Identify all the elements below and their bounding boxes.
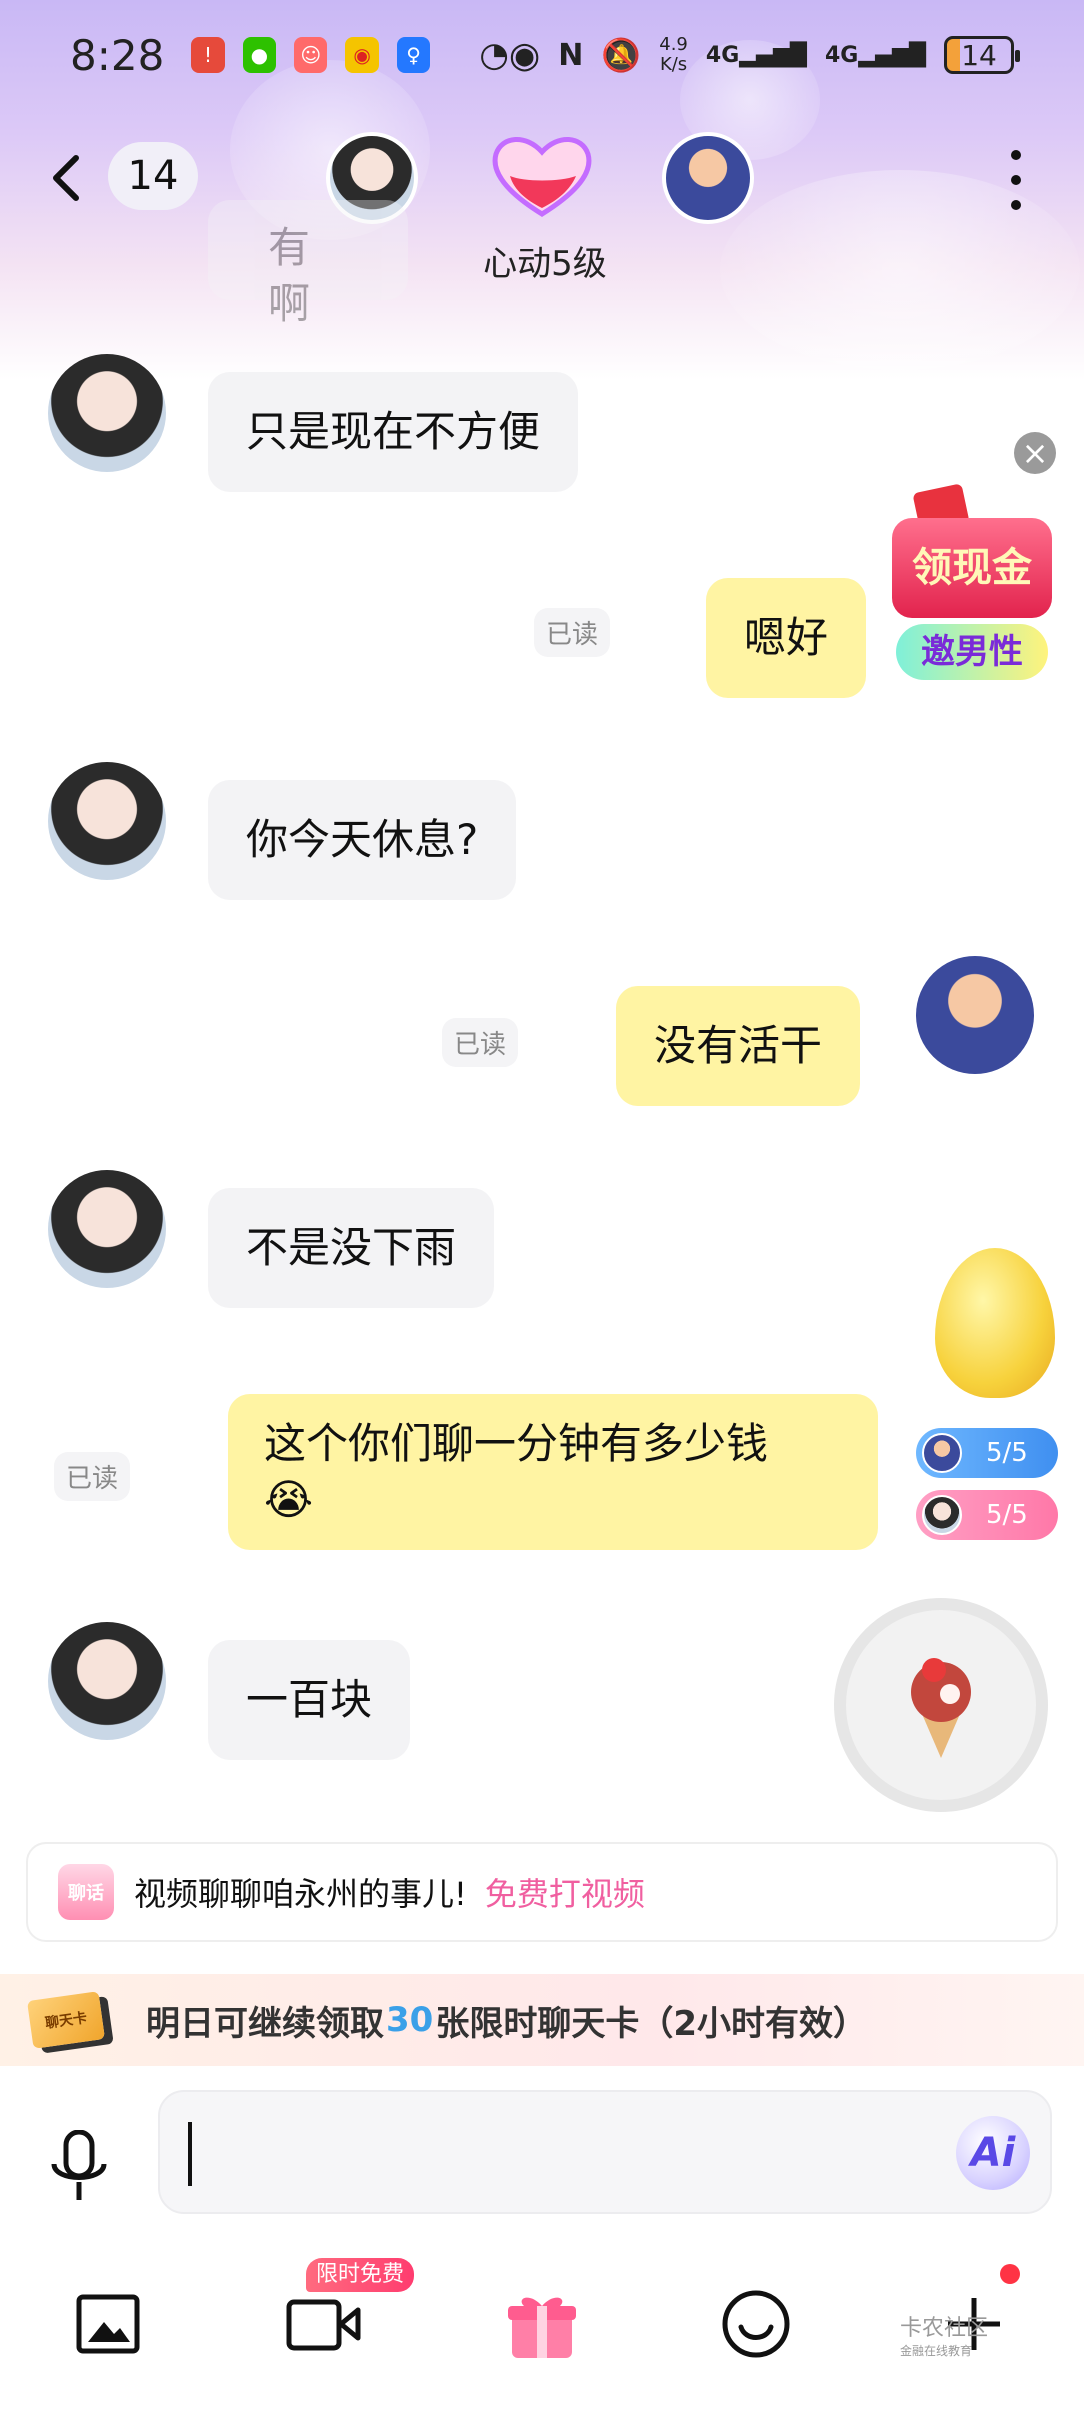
partner-chat-counter[interactable]: 5/5 xyxy=(916,1490,1058,1540)
signal-icon: 4G▂▄▆█ xyxy=(705,42,807,68)
chat-topic-icon: 聊话 xyxy=(58,1864,114,1920)
my-avatar[interactable] xyxy=(916,956,1034,1074)
counter-value: 5/5 xyxy=(986,1500,1028,1530)
message-bubble-outgoing[interactable]: 嗯好 xyxy=(706,578,867,698)
promo-invite-label: 邀男性 xyxy=(896,624,1048,680)
video-button[interactable] xyxy=(284,2284,364,2364)
partner-avatar[interactable] xyxy=(48,354,166,472)
weibo-icon: ◉ xyxy=(345,37,379,73)
message-bubble-incoming[interactable]: 一百块 xyxy=(208,1640,411,1760)
network-speed: 4.9 K/s xyxy=(659,35,688,75)
message-text: 有啊 xyxy=(268,223,311,328)
free-video-call-link[interactable]: 免费打视频 xyxy=(485,1869,645,1915)
text-caret xyxy=(188,2122,192,2186)
chat-card-notice[interactable]: 聊天卡 明日可继续领取 30 张限时聊天卡（2小时有效） xyxy=(0,1974,1084,2066)
gift-icon xyxy=(508,2297,576,2358)
read-receipt: 已读 xyxy=(534,608,611,657)
signal-icon: 4G▂▄▆█ xyxy=(824,42,927,68)
read-receipt: 已读 xyxy=(442,1018,519,1067)
battery-level: 14 xyxy=(961,38,997,72)
message-bubble-incoming[interactable]: 你今天休息? xyxy=(208,780,517,900)
intimacy-heart-icon[interactable] xyxy=(490,132,594,218)
crying-emoji-icon: 😭 xyxy=(264,1475,314,1524)
message-text: 嗯好 xyxy=(744,613,829,662)
my-mini-avatar xyxy=(922,1433,962,1473)
signal-label-2: 4G xyxy=(824,42,859,68)
message-bubble-incoming[interactable]: 不是没下雨 xyxy=(208,1188,495,1308)
promo-cash-label: 领现金 xyxy=(892,518,1052,618)
emoji-icon xyxy=(722,2290,790,2358)
my-avatar[interactable] xyxy=(662,132,754,224)
signal-label-1: 4G xyxy=(705,42,740,68)
microphone-icon xyxy=(51,2129,107,2200)
partner-avatar[interactable] xyxy=(48,1170,166,1288)
close-icon[interactable]: × xyxy=(1014,432,1056,474)
message-bubble-incoming[interactable]: 只是现在不方便 xyxy=(208,372,579,492)
speedometer-icon: ◔ xyxy=(479,35,509,75)
watermark-subtitle: 金融在线教育 xyxy=(900,2344,973,2358)
chat-card-prefix: 明日可继续领取 xyxy=(146,2003,384,2044)
video-icon xyxy=(286,2299,361,2351)
my-chat-counter[interactable]: 5/5 xyxy=(916,1428,1058,1478)
mute-bell-icon: 🔕 xyxy=(601,36,642,74)
watermark: 卡农社区 金融在线教育 xyxy=(900,2318,988,2362)
wechat-icon: ● xyxy=(242,37,277,73)
chevron-left-icon xyxy=(53,155,79,201)
partner-avatar[interactable] xyxy=(48,1622,166,1740)
nfc-icon: N xyxy=(558,37,584,73)
chat-card-count: 30 xyxy=(386,2000,434,2040)
video-call-suggestion[interactable]: 聊话 视频聊聊咱永州的事儿! 免费打视频 xyxy=(26,1842,1058,1942)
unread-count-badge[interactable]: 14 xyxy=(108,142,198,210)
more-menu-button[interactable] xyxy=(1004,150,1028,210)
chat-card-suffix: 张限时聊天卡（2小时有效） xyxy=(435,2003,867,2044)
image-icon xyxy=(76,2294,140,2354)
ai-assistant-button[interactable]: Ai xyxy=(956,2116,1030,2190)
emoji-button[interactable] xyxy=(716,2284,796,2364)
limited-free-badge: 限时免费 xyxy=(306,2258,415,2292)
status-bar: 8:28 ! ● ☺ ◉ ♀ ◔ ◉ N 🔕 4.9 K/s 4G▂▄▆█ 4G… xyxy=(0,0,1084,110)
intimacy-level-label: 心动5级 xyxy=(483,244,607,284)
message-text: 不是没下雨 xyxy=(246,1223,457,1272)
status-time: 8:28 xyxy=(70,30,165,80)
message-text: 没有活干 xyxy=(654,1021,823,1070)
battery-indicator: 14 xyxy=(944,36,1021,74)
read-receipt: 已读 xyxy=(54,1452,131,1501)
game-app-icon: ☺ xyxy=(294,37,328,73)
message-text: 只是现在不方便 xyxy=(246,407,541,456)
notification-app-icon: ! xyxy=(191,37,225,73)
eye-icon: ◉ xyxy=(508,34,541,76)
message-text: 你今天休息? xyxy=(246,815,479,864)
ice-cream-gift-icon xyxy=(911,1658,971,1758)
voice-input-button[interactable] xyxy=(44,2129,114,2206)
message-bubble-outgoing[interactable]: 这个你们聊一分钟有多少钱 😭 xyxy=(228,1394,878,1550)
message-bubble-incoming[interactable]: 有啊 xyxy=(208,200,408,328)
partner-mini-avatar xyxy=(922,1495,962,1535)
watermark-title: 卡农社区 xyxy=(900,2316,989,2341)
message-text: 这个你们聊一分钟有多少钱 xyxy=(264,1419,769,1468)
cash-promo-widget[interactable]: 领现金 邀男性 xyxy=(886,483,1056,698)
notification-dot xyxy=(1000,2264,1020,2284)
message-text: 一百块 xyxy=(246,1675,373,1724)
counter-value: 5/5 xyxy=(986,1438,1028,1468)
speed-value: 4.9 xyxy=(659,34,688,55)
message-bubble-outgoing[interactable]: 没有活干 xyxy=(616,986,861,1106)
speed-unit: K/s xyxy=(659,54,688,75)
bulb-app-icon: ♀ xyxy=(396,37,431,73)
egg-reward-icon[interactable] xyxy=(935,1248,1055,1398)
image-button[interactable] xyxy=(68,2284,148,2364)
suggestion-text: 视频聊聊咱永州的事儿! xyxy=(134,1875,467,1913)
gift-button[interactable] xyxy=(502,2284,582,2364)
partner-avatar[interactable] xyxy=(48,762,166,880)
back-button[interactable] xyxy=(46,148,86,208)
gift-float-button[interactable] xyxy=(834,1598,1048,1812)
message-input[interactable]: Ai xyxy=(158,2090,1052,2214)
chat-card-ticket-icon: 聊天卡 xyxy=(27,1991,105,2049)
